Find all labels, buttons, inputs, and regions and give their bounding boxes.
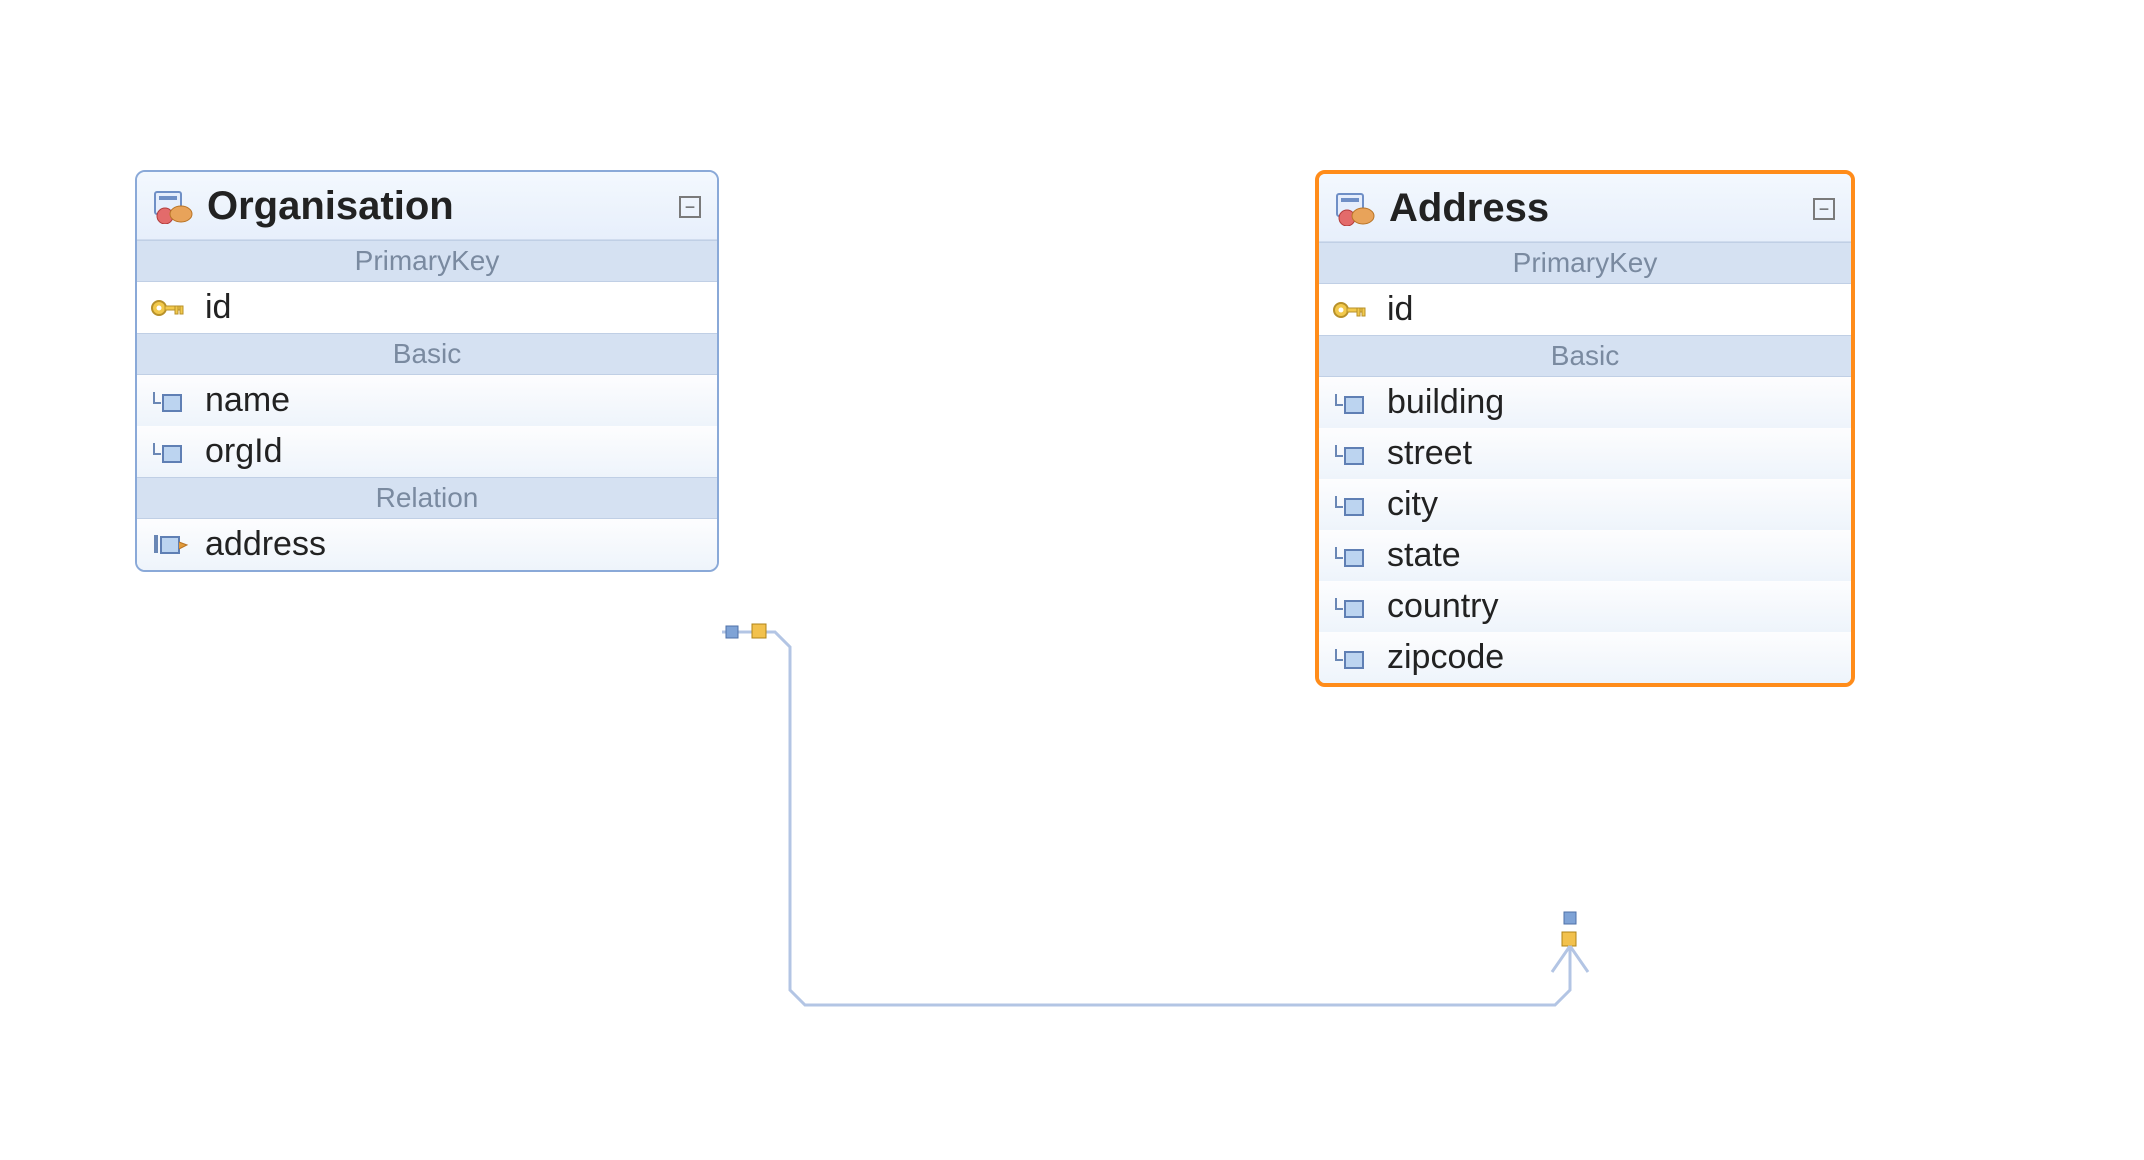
entity-title: Organisation bbox=[207, 184, 679, 229]
field-icon bbox=[1333, 595, 1373, 619]
entity-header[interactable]: Organisation − bbox=[137, 172, 717, 240]
section-relation-header: Relation bbox=[137, 477, 717, 519]
field-label: street bbox=[1387, 434, 1472, 473]
entity-address[interactable]: Address − PrimaryKey id Basic bbox=[1315, 170, 1855, 687]
field-row-city[interactable]: city bbox=[1319, 479, 1851, 530]
field-label: country bbox=[1387, 587, 1499, 626]
field-row-name[interactable]: name bbox=[137, 375, 717, 426]
collapse-button[interactable]: − bbox=[679, 196, 701, 218]
diagram-canvas: Organisation − PrimaryKey id Basic bbox=[0, 0, 2144, 1160]
entity-header[interactable]: Address − bbox=[1319, 174, 1851, 242]
field-icon bbox=[1333, 544, 1373, 568]
field-icon bbox=[1333, 442, 1373, 466]
field-label: zipcode bbox=[1387, 638, 1504, 677]
field-label: orgId bbox=[205, 432, 283, 471]
relation-icon bbox=[151, 532, 191, 558]
field-label: city bbox=[1387, 485, 1438, 524]
section-primarykey-header: PrimaryKey bbox=[1319, 242, 1851, 284]
field-label: address bbox=[205, 525, 326, 564]
field-row-state[interactable]: state bbox=[1319, 530, 1851, 581]
field-label: building bbox=[1387, 383, 1504, 422]
field-row-country[interactable]: country bbox=[1319, 581, 1851, 632]
entity-organisation[interactable]: Organisation − PrimaryKey id Basic bbox=[135, 170, 719, 572]
entity-icon bbox=[1335, 192, 1375, 226]
entity-title: Address bbox=[1389, 186, 1813, 231]
field-row-orgid[interactable]: orgId bbox=[137, 426, 717, 477]
key-icon bbox=[151, 297, 191, 319]
field-icon bbox=[1333, 391, 1373, 415]
field-row-street[interactable]: street bbox=[1319, 428, 1851, 479]
field-row-zipcode[interactable]: zipcode bbox=[1319, 632, 1851, 683]
entity-icon bbox=[153, 190, 193, 224]
collapse-button[interactable]: − bbox=[1813, 198, 1835, 220]
field-row-address[interactable]: address bbox=[137, 519, 717, 570]
field-icon bbox=[1333, 493, 1373, 517]
field-label: state bbox=[1387, 536, 1461, 575]
section-basic-header: Basic bbox=[137, 333, 717, 375]
field-row-id[interactable]: id bbox=[1319, 284, 1851, 335]
field-icon bbox=[151, 440, 191, 464]
field-label: name bbox=[205, 381, 290, 420]
section-primarykey-header: PrimaryKey bbox=[137, 240, 717, 282]
field-label: id bbox=[205, 288, 231, 327]
field-icon bbox=[1333, 646, 1373, 670]
field-label: id bbox=[1387, 290, 1413, 329]
field-row-id[interactable]: id bbox=[137, 282, 717, 333]
field-row-building[interactable]: building bbox=[1319, 377, 1851, 428]
field-icon bbox=[151, 389, 191, 413]
section-basic-header: Basic bbox=[1319, 335, 1851, 377]
key-icon bbox=[1333, 299, 1373, 321]
